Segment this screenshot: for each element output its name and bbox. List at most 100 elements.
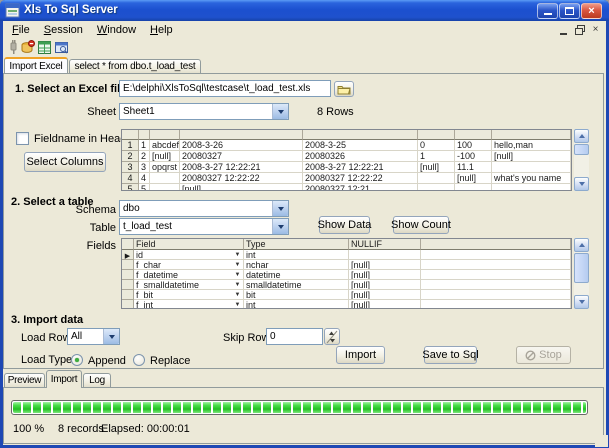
show-data-button[interactable]: Show Data: [319, 216, 370, 234]
field-name: f_bit: [136, 290, 153, 300]
tab-select-query[interactable]: select * from dbo.t_load_test: [69, 59, 201, 73]
fields-grid-row[interactable]: f_char▼ nchar [null]: [122, 260, 571, 270]
connect-icon[interactable]: [6, 40, 21, 55]
preview-grid-row[interactable]: 5 5 ... [null] 20080327 12:21: [122, 184, 571, 191]
preview-grid-row[interactable]: 3 3 opqrst 2008-3-27 12:22:21 2008-3-27 …: [122, 162, 571, 173]
menu-help[interactable]: Help: [143, 22, 180, 38]
cell: [492, 184, 571, 191]
header-cell: [492, 130, 571, 140]
fieldname-in-header-checkbox[interactable]: [16, 132, 29, 145]
excel-file-input[interactable]: [119, 80, 331, 97]
row-number: 4: [122, 173, 139, 184]
main-tabstrip: Import Excel select * from dbo.t_load_te…: [3, 57, 606, 73]
cell: [null]: [455, 173, 492, 184]
mdi-minimize-button[interactable]: [557, 24, 570, 36]
skip-rows-input[interactable]: [266, 328, 323, 345]
header-cell: [122, 239, 134, 250]
mdi-window-buttons: ×: [557, 24, 602, 36]
cell: [421, 300, 571, 309]
menu-session[interactable]: Session: [37, 22, 90, 38]
fields-grid[interactable]: Field Type NULLIF ▶ id▼ int f_char▼ ncha…: [121, 238, 572, 309]
dropdown-icon[interactable]: ▼: [233, 261, 242, 269]
scroll-down-icon[interactable]: [574, 295, 589, 309]
radio-replace[interactable]: [133, 354, 145, 366]
show-count-button[interactable]: Show Count: [393, 216, 449, 234]
mdi-restore-button[interactable]: [573, 24, 586, 36]
fields-grid-row[interactable]: ▶ id▼ int: [122, 250, 571, 260]
dropdown-icon[interactable]: ▼: [233, 281, 242, 289]
sheet-combo[interactable]: Sheet1: [119, 103, 289, 120]
dropdown-icon[interactable]: ▼: [233, 251, 242, 259]
close-button[interactable]: ×: [581, 3, 602, 19]
header-cell: [150, 130, 180, 140]
table-combo[interactable]: t_load_test: [119, 218, 289, 235]
tab-import[interactable]: Import: [46, 370, 82, 388]
query-window-icon[interactable]: [54, 40, 69, 55]
browse-file-button[interactable]: [334, 81, 354, 97]
excel-preview-grid[interactable]: 1 1 abcdefg 2008-3-26 2008-3-25 0 100 he…: [121, 129, 572, 191]
row-indicator: [122, 290, 134, 300]
scroll-up-icon[interactable]: [574, 238, 589, 252]
menu-file[interactable]: File: [5, 22, 37, 38]
cell: [421, 280, 571, 290]
current-row-indicator: ▶: [122, 250, 134, 260]
fields-grid-scrollbar[interactable]: [574, 238, 589, 309]
cell: [null]: [492, 151, 571, 162]
cell: 2008-3-27 12:22:21: [180, 162, 303, 173]
fields-grid-row[interactable]: f_int▼ int [null]: [122, 300, 571, 309]
preview-grid-row[interactable]: 4 4 20080327 12:22:22 20080327 12:22:22 …: [122, 173, 571, 184]
save-to-sql-button[interactable]: Save to Sql: [424, 346, 477, 364]
resize-grip[interactable]: [595, 435, 608, 447]
chevron-down-icon[interactable]: [272, 219, 288, 234]
window-title: Xls To Sql Server: [24, 4, 118, 16]
dropdown-icon[interactable]: ▼: [233, 291, 242, 299]
chevron-down-icon[interactable]: [272, 201, 288, 216]
excel-preview-icon[interactable]: [37, 40, 52, 55]
select-columns-button[interactable]: Select Columns: [24, 152, 106, 172]
cell: [492, 162, 571, 173]
menu-window[interactable]: Window: [90, 22, 143, 38]
preview-grid-scrollbar[interactable]: [574, 129, 589, 191]
title-bar[interactable]: Xls To Sql Server ×: [0, 0, 609, 21]
fields-grid-row[interactable]: f_datetime▼ datetime [null]: [122, 270, 571, 280]
preview-grid-row[interactable]: 2 2 [null] 20080327 20080326 1 -100 [nul…: [122, 151, 571, 162]
cell: 20080327 12:22:22: [180, 173, 303, 184]
scroll-thumb[interactable]: [574, 253, 589, 283]
disconnect-icon[interactable]: [20, 40, 35, 55]
load-rows-combo[interactable]: All: [67, 328, 120, 345]
mdi-minimize-icon: [560, 33, 567, 35]
cell: [150, 173, 180, 184]
cell: 2008-3-26: [180, 140, 303, 151]
cell: 2008-3-25: [303, 140, 418, 151]
cell: abcdefg: [150, 140, 180, 151]
fields-grid-row[interactable]: f_bit▼ bit [null]: [122, 290, 571, 300]
scroll-thumb[interactable]: [574, 144, 589, 155]
tab-log[interactable]: Log: [83, 373, 111, 387]
radio-append[interactable]: [71, 354, 83, 366]
section1-title: 1. Select an Excel file: [15, 83, 126, 95]
fields-grid-row[interactable]: f_smalldatetime▼ smalldatetime [null]: [122, 280, 571, 290]
menu-bar: File Session Window Help ×: [3, 21, 606, 39]
tab-preview[interactable]: Preview: [4, 373, 45, 387]
tab-import-excel[interactable]: Import Excel: [4, 57, 68, 73]
dropdown-icon[interactable]: ▼: [233, 271, 242, 279]
minimize-button[interactable]: [537, 3, 558, 19]
schema-combo[interactable]: dbo: [119, 200, 289, 217]
field-name: id: [136, 250, 143, 260]
header-nullif: NULLIF: [349, 239, 421, 250]
import-button[interactable]: Import: [336, 346, 385, 364]
preview-grid-header-row: [122, 130, 571, 140]
chevron-down-icon[interactable]: [103, 329, 119, 344]
chevron-down-icon[interactable]: [272, 104, 288, 119]
schema-label: Schema: [56, 204, 116, 216]
skip-rows-spinner[interactable]: [324, 328, 340, 345]
mdi-close-button[interactable]: ×: [589, 24, 602, 36]
dropdown-icon[interactable]: ▼: [233, 301, 242, 309]
scroll-up-icon[interactable]: [574, 129, 589, 143]
preview-grid-row[interactable]: 1 1 abcdefg 2008-3-26 2008-3-25 0 100 he…: [122, 140, 571, 151]
scroll-down-icon[interactable]: [574, 177, 589, 191]
app-icon[interactable]: [5, 3, 20, 18]
maximize-button[interactable]: [559, 3, 580, 19]
schema-combo-value: dbo: [120, 201, 272, 216]
header-cell: [122, 130, 139, 140]
